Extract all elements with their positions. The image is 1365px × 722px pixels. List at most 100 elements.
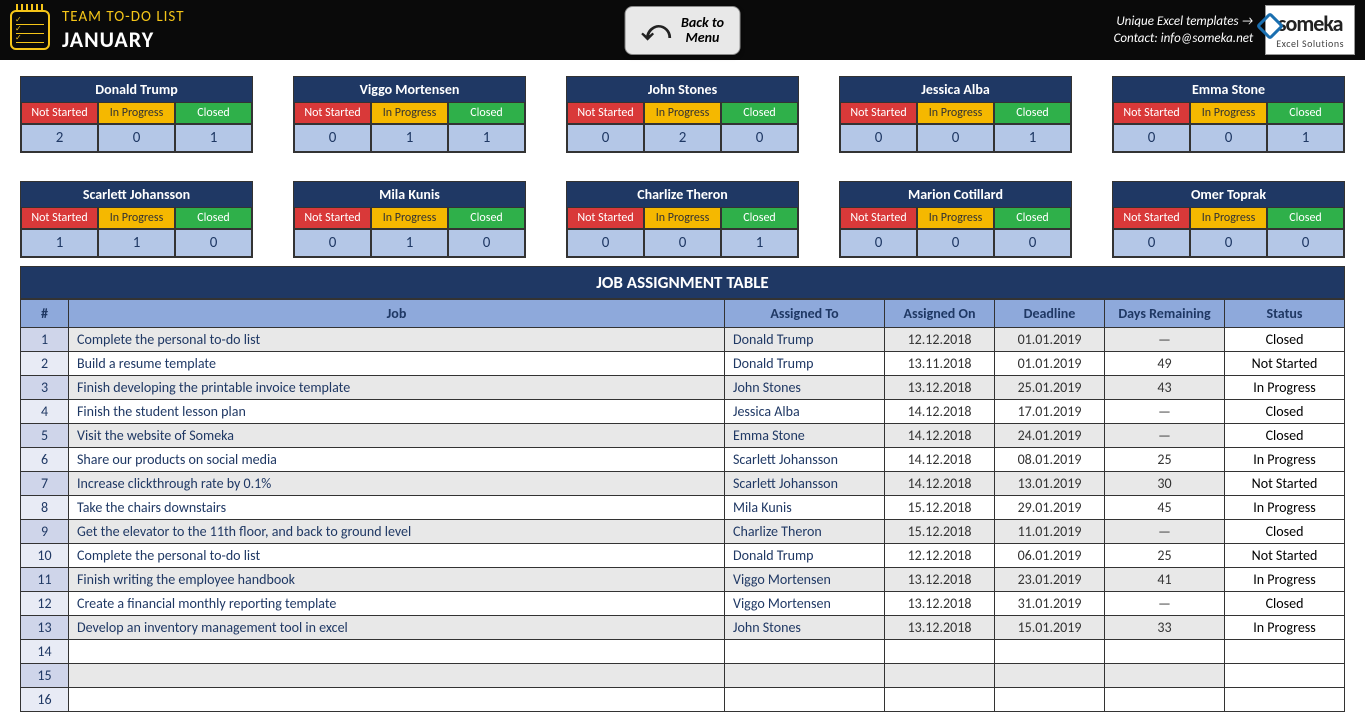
cell-deadline[interactable]: 23.01.2019 [995, 568, 1105, 592]
cell-deadline[interactable]: 01.01.2019 [995, 328, 1105, 352]
cell-days-remaining [1105, 664, 1225, 688]
templates-link[interactable]: Unique Excel templates → [1114, 14, 1254, 29]
cell-deadline[interactable]: 11.01.2019 [995, 520, 1105, 544]
cell-deadline[interactable]: 08.01.2019 [995, 448, 1105, 472]
status-label-in-progress: In Progress [917, 207, 994, 229]
cell-assigned-on[interactable] [885, 664, 995, 688]
cell-deadline[interactable]: 31.01.2019 [995, 592, 1105, 616]
cell-num: 6 [21, 448, 69, 472]
cell-assigned-on[interactable]: 14.12.2018 [885, 472, 995, 496]
cell-status[interactable]: Closed [1225, 400, 1345, 424]
cell-job[interactable] [69, 640, 725, 664]
person-name: Jessica Alba [840, 77, 1071, 102]
cell-assigned-to[interactable] [725, 640, 885, 664]
cell-deadline[interactable] [995, 664, 1105, 688]
cell-job[interactable]: Complete the personal to-do list [69, 544, 725, 568]
cell-status[interactable]: Not Started [1225, 352, 1345, 376]
cell-assigned-on[interactable]: 14.12.2018 [885, 424, 995, 448]
cell-status[interactable]: In Progress [1225, 616, 1345, 640]
cell-assigned-to[interactable]: Donald Trump [725, 544, 885, 568]
cell-assigned-on[interactable]: 14.12.2018 [885, 448, 995, 472]
cell-deadline[interactable]: 01.01.2019 [995, 352, 1105, 376]
cell-job[interactable]: Complete the personal to-do list [69, 328, 725, 352]
cell-status[interactable]: In Progress [1225, 376, 1345, 400]
cell-deadline[interactable] [995, 640, 1105, 664]
cell-assigned-to[interactable]: Charlize Theron [725, 520, 885, 544]
cell-num: 4 [21, 400, 69, 424]
cell-assigned-on[interactable]: 13.12.2018 [885, 616, 995, 640]
cell-assigned-on[interactable]: 12.12.2018 [885, 544, 995, 568]
cell-days-remaining: — [1105, 424, 1225, 448]
cell-deadline[interactable]: 25.01.2019 [995, 376, 1105, 400]
table-row: 8Take the chairs downstairsMila Kunis15.… [21, 496, 1345, 520]
cell-days-remaining: 25 [1105, 544, 1225, 568]
person-name: Scarlett Johansson [21, 182, 252, 207]
cell-status[interactable]: Not Started [1225, 544, 1345, 568]
cell-assigned-to[interactable]: John Stones [725, 616, 885, 640]
back-button-label: Back toMenu [681, 15, 724, 46]
back-to-menu-button[interactable]: ⤺ Back toMenu [624, 6, 741, 55]
cell-job[interactable]: Finish the student lesson plan [69, 400, 725, 424]
cell-num: 2 [21, 352, 69, 376]
cell-assigned-to[interactable]: Jessica Alba [725, 400, 885, 424]
cell-status[interactable]: Closed [1225, 592, 1345, 616]
cell-days-remaining: 45 [1105, 496, 1225, 520]
cell-status[interactable]: In Progress [1225, 568, 1345, 592]
cell-assigned-to[interactable]: Donald Trump [725, 352, 885, 376]
cell-assigned-on[interactable]: 15.12.2018 [885, 496, 995, 520]
cell-job[interactable] [69, 664, 725, 688]
cell-assigned-to[interactable]: Viggo Mortensen [725, 592, 885, 616]
cell-assigned-on[interactable] [885, 640, 995, 664]
table-row: 10Complete the personal to-do listDonald… [21, 544, 1345, 568]
cell-deadline[interactable]: 17.01.2019 [995, 400, 1105, 424]
count-in-progress: 1 [371, 229, 448, 257]
cell-assigned-on[interactable]: 15.12.2018 [885, 520, 995, 544]
table-row: 13Develop an inventory management tool i… [21, 616, 1345, 640]
cell-status[interactable]: In Progress [1225, 496, 1345, 520]
cell-assigned-to[interactable]: Scarlett Johansson [725, 448, 885, 472]
cell-deadline[interactable]: 06.01.2019 [995, 544, 1105, 568]
cell-job[interactable]: Create a financial monthly reporting tem… [69, 592, 725, 616]
cell-job[interactable]: Finish developing the printable invoice … [69, 376, 725, 400]
cell-job[interactable]: Get the elevator to the 11th floor, and … [69, 520, 725, 544]
cell-assigned-to[interactable]: Emma Stone [725, 424, 885, 448]
count-not-started: 1 [21, 229, 98, 257]
cell-deadline[interactable]: 24.01.2019 [995, 424, 1105, 448]
cell-assigned-to[interactable]: Scarlett Johansson [725, 472, 885, 496]
cell-status[interactable] [1225, 640, 1345, 664]
cell-assigned-on[interactable]: 14.12.2018 [885, 400, 995, 424]
cell-deadline[interactable]: 13.01.2019 [995, 472, 1105, 496]
cell-assigned-to[interactable] [725, 664, 885, 688]
cell-job[interactable]: Visit the website of Someka [69, 424, 725, 448]
status-label-in-progress: In Progress [644, 102, 721, 124]
cell-assigned-on[interactable]: 13.11.2018 [885, 352, 995, 376]
person-card: Charlize TheronNot StartedIn ProgressClo… [566, 181, 799, 258]
cell-status[interactable] [1225, 664, 1345, 688]
cell-job[interactable]: Take the chairs downstairs [69, 496, 725, 520]
cell-deadline[interactable]: 15.01.2019 [995, 616, 1105, 640]
status-label-closed: Closed [721, 102, 798, 124]
cell-status[interactable]: Closed [1225, 520, 1345, 544]
count-not-started: 0 [840, 124, 917, 152]
cell-assigned-on[interactable]: 13.12.2018 [885, 376, 995, 400]
cell-job[interactable]: Develop an inventory management tool in … [69, 616, 725, 640]
cell-status[interactable]: Closed [1225, 424, 1345, 448]
status-label-not-started: Not Started [21, 102, 98, 124]
cell-deadline[interactable]: 29.01.2019 [995, 496, 1105, 520]
cell-assigned-to[interactable]: Viggo Mortensen [725, 568, 885, 592]
cell-assigned-to[interactable]: John Stones [725, 376, 885, 400]
someka-logo[interactable]: someka Excel Solutions [1265, 5, 1355, 55]
cell-job[interactable]: Increase clickthrough rate by 0.1% [69, 472, 725, 496]
cell-job[interactable]: Share our products on social media [69, 448, 725, 472]
cell-assigned-on[interactable]: 13.12.2018 [885, 592, 995, 616]
cell-status[interactable]: Closed [1225, 328, 1345, 352]
cell-assigned-to[interactable]: Mila Kunis [725, 496, 885, 520]
cell-assigned-on[interactable]: 12.12.2018 [885, 328, 995, 352]
cell-job[interactable]: Finish writing the employee handbook [69, 568, 725, 592]
count-in-progress: 2 [644, 124, 721, 152]
cell-status[interactable]: Not Started [1225, 472, 1345, 496]
cell-assigned-on[interactable]: 13.12.2018 [885, 568, 995, 592]
cell-assigned-to[interactable]: Donald Trump [725, 328, 885, 352]
cell-status[interactable]: In Progress [1225, 448, 1345, 472]
cell-job[interactable]: Build a resume template [69, 352, 725, 376]
